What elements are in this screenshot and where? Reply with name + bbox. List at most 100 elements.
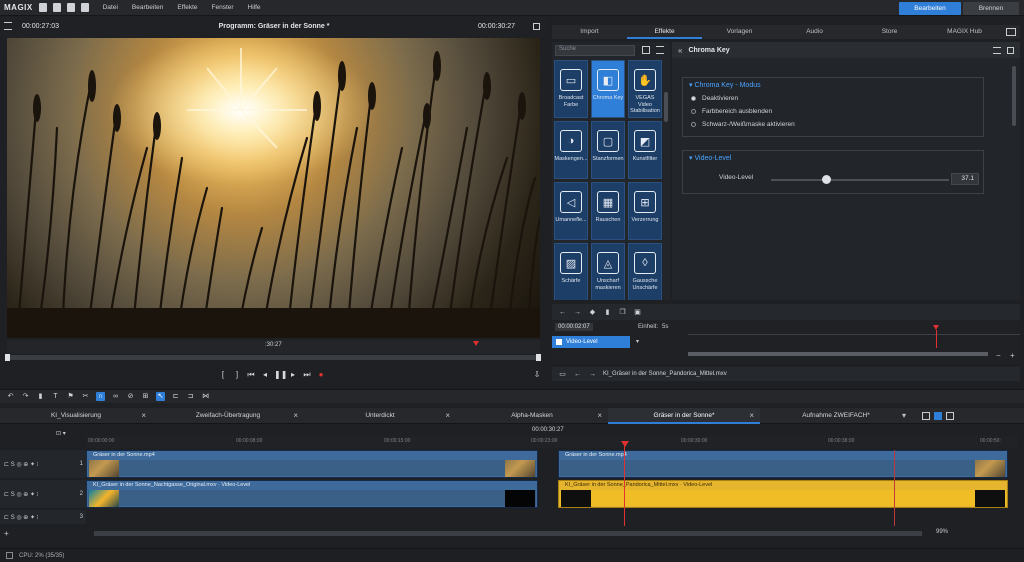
layout-2-icon[interactable]	[934, 411, 942, 420]
tab-magix-hub[interactable]: MAGIX Hub	[927, 25, 1002, 39]
video-preview[interactable]	[7, 38, 540, 338]
clip-track2-a[interactable]: KI_Gräser in der Sonne_Nachtgasse_Origin…	[86, 480, 538, 508]
maximize-icon[interactable]	[533, 23, 540, 30]
jump-end-icon[interactable]: ⏭	[302, 370, 312, 380]
zoom-level[interactable]: 99%	[936, 529, 948, 535]
chevron-down-icon[interactable]: ▾	[902, 408, 906, 424]
close-icon[interactable]: ×	[597, 408, 602, 424]
radio-farbbereich[interactable]	[691, 109, 696, 114]
track-controls-icon[interactable]: ⊏ S ◎ ⊕ ✦ ⁝	[4, 461, 39, 468]
track-options[interactable]: ⊡ ▾	[56, 430, 66, 437]
tab-graeser-in-der-sonne[interactable]: Gräser in der Sonne* ×	[608, 407, 760, 424]
tab-ki-visualisierung[interactable]: KI_Visualisierung ×	[0, 408, 152, 424]
tab-import[interactable]: Import	[552, 25, 627, 39]
zoom-out-icon[interactable]: −	[996, 351, 1001, 360]
forward-arrow-icon[interactable]: →	[588, 370, 597, 379]
track-controls-icon[interactable]: ⊏ S ◎ ⊕ ✦ ⁝	[4, 491, 39, 498]
export-frame-icon[interactable]: ⇩	[532, 370, 542, 380]
grid-view-icon[interactable]	[642, 46, 650, 54]
preview-scrub-ruler[interactable]: :30:27	[7, 340, 540, 354]
close-icon[interactable]: ×	[293, 408, 298, 424]
preview-progress-bar[interactable]	[5, 354, 541, 361]
param-checkbox[interactable]	[556, 339, 562, 345]
effect-reflect[interactable]: ◁ Umannefle...	[554, 182, 588, 240]
unit-value[interactable]: 5s	[662, 324, 668, 330]
close-icon[interactable]: ×	[445, 408, 450, 424]
effect-distort[interactable]: ⊞ Verzerrung	[628, 182, 662, 240]
delete-keyframe-icon[interactable]: ▮	[603, 308, 612, 317]
video-level-slider[interactable]	[771, 179, 949, 181]
panel-menu-icon[interactable]	[993, 46, 1001, 54]
tab-zweifach-uebertragung[interactable]: Zweifach-Übertragung ×	[152, 408, 304, 424]
edit-mode-button[interactable]: Bearbeiten	[899, 2, 961, 15]
effects-scrollbar[interactable]	[664, 92, 668, 122]
clip-track1-a[interactable]: Gräser in der Sonne.mp4	[86, 450, 538, 478]
chroma-panel-scrollbar[interactable]	[1012, 66, 1016, 126]
tab-unterdickt[interactable]: Unterdickt ×	[304, 408, 456, 424]
sort-icon[interactable]	[656, 46, 664, 54]
effect-mask[interactable]: ◑ Maskengen...	[554, 121, 588, 179]
chevron-down-icon[interactable]: ▾	[636, 338, 639, 345]
paste-keyframe-icon[interactable]: ▣	[633, 308, 642, 317]
next-frame-icon[interactable]: ▸	[288, 370, 298, 380]
effects-search-input[interactable]: Suche	[555, 45, 635, 56]
tab-vorlagen[interactable]: Vorlagen	[702, 25, 777, 39]
pause-icon[interactable]: ❚❚	[274, 370, 287, 380]
link-icon[interactable]: ∞	[111, 392, 120, 401]
video-level-value[interactable]: 37.1	[951, 173, 979, 185]
playhead-marker[interactable]	[473, 341, 479, 346]
redo-icon[interactable]: ↷	[21, 392, 30, 401]
radio-schwarzweiss[interactable]	[691, 122, 696, 127]
mark-out-icon[interactable]: ]	[232, 370, 242, 380]
timeline-ruler[interactable]: 00:00:00:00 00:00:08:00 00:00:15:00 00:0…	[86, 436, 1018, 448]
effect-chroma[interactable]: ◧ Chroma Key	[591, 60, 625, 118]
split-icon[interactable]: ✂	[81, 392, 90, 401]
open-folder-icon[interactable]	[52, 3, 61, 12]
text-icon[interactable]: T	[51, 392, 60, 401]
option-deaktivieren[interactable]: Deaktivieren	[683, 92, 983, 105]
clip-track1-b[interactable]: Gräser in der Sonne.mp4	[558, 450, 1008, 478]
menu-bearbeiten[interactable]: Bearbeiten	[132, 4, 163, 11]
add-keyframe-icon[interactable]: ◆	[588, 308, 597, 317]
range-icon[interactable]: ⋈	[201, 392, 210, 401]
effect-hand[interactable]: ✋ VEGAS Video Stabilisation	[628, 60, 662, 118]
trash-icon[interactable]: ▮	[36, 392, 45, 401]
tab-store[interactable]: Store	[852, 25, 927, 39]
video-level-title[interactable]: ▾ Video-Level	[683, 151, 983, 165]
save-icon[interactable]	[66, 3, 75, 12]
effect-sharp[interactable]: ▨ Schärfe	[554, 243, 588, 300]
export-icon[interactable]	[80, 3, 89, 12]
clip-track2-b[interactable]: KI_Gräser in der Sonne_Pandorica_Mittel.…	[558, 480, 1008, 508]
jump-start-icon[interactable]: ⏮	[246, 370, 256, 380]
back-icon[interactable]: «	[678, 46, 682, 55]
menu-fenster[interactable]: Fenster	[212, 4, 234, 11]
marker-icon[interactable]: ⚑	[66, 392, 75, 401]
ripple-icon[interactable]: ⊐	[186, 392, 195, 401]
keyframe-zoom-bar[interactable]	[688, 352, 988, 356]
pointer-icon[interactable]: ↖	[156, 392, 165, 401]
new-file-icon[interactable]	[38, 3, 47, 12]
prev-keyframe-icon[interactable]: ←	[558, 308, 567, 317]
trim-icon[interactable]: ⊏	[171, 392, 180, 401]
timeline-scrollbar[interactable]	[94, 531, 922, 536]
record-icon[interactable]: ●	[316, 370, 326, 380]
zoom-in-icon[interactable]: +	[1010, 351, 1015, 360]
preview-progress-end-handle[interactable]	[536, 354, 541, 361]
menu-effekte[interactable]: Effekte	[177, 4, 197, 11]
menu-datei[interactable]: Datei	[103, 4, 118, 11]
panel-maximize-icon[interactable]	[1007, 46, 1014, 54]
close-icon[interactable]: ×	[141, 408, 146, 424]
group-icon[interactable]: ⊞	[141, 392, 150, 401]
layout-1-icon[interactable]	[922, 411, 930, 420]
chroma-mode-title[interactable]: ▾ Chroma Key - Modus	[683, 78, 983, 92]
unlink-icon[interactable]: ⊘	[126, 392, 135, 401]
preview-progress-handle[interactable]	[5, 354, 10, 361]
timeline-playhead[interactable]	[621, 441, 629, 447]
copy-keyframe-icon[interactable]: ❐	[618, 308, 627, 317]
effect-shape[interactable]: ▢ Stanzformen	[591, 121, 625, 179]
layout-3-icon[interactable]	[946, 411, 954, 420]
undo-icon[interactable]: ↶	[6, 392, 15, 401]
effect-noise[interactable]: ▦ Rauschen	[591, 182, 625, 240]
burn-mode-button[interactable]: Brennen	[963, 2, 1019, 15]
mark-in-icon[interactable]: [	[218, 370, 228, 380]
